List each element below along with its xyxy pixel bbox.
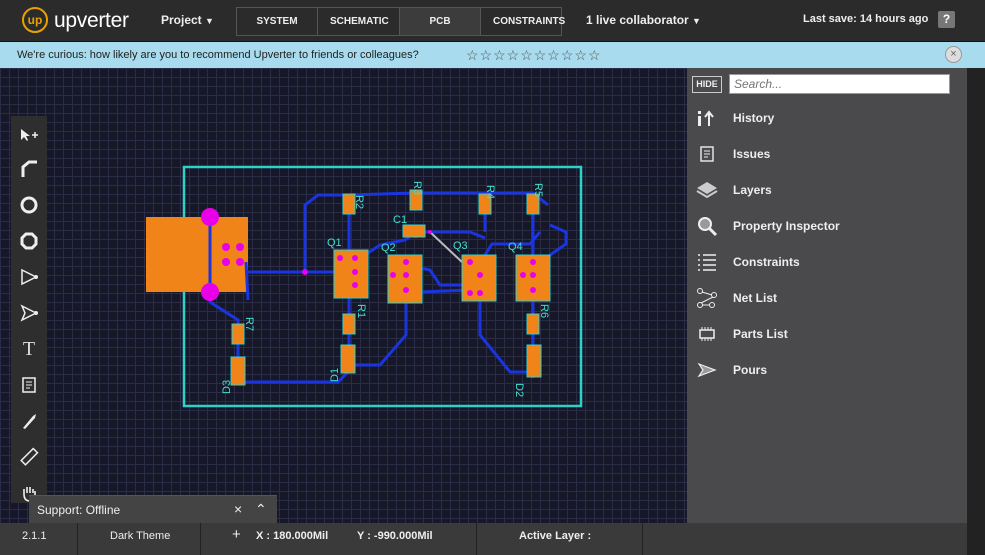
via-tool-icon[interactable] xyxy=(11,188,47,222)
support-status: Support: Offline xyxy=(37,503,121,517)
crosshair-icon: + xyxy=(232,526,241,543)
label-r1: R1 xyxy=(355,304,367,318)
label-c1: C1 xyxy=(393,214,407,226)
x-coordinate: X : 180.000Mil xyxy=(256,530,329,542)
tab-pcb-layout[interactable]: PCB LAYOUT xyxy=(400,8,481,54)
label-d1: D1 xyxy=(329,368,341,382)
brand-name[interactable]: upverter xyxy=(54,9,129,33)
chevron-up-icon[interactable]: ⌃ xyxy=(255,501,267,518)
status-divider xyxy=(200,523,201,555)
knife-tool-icon[interactable] xyxy=(11,404,47,438)
search-input[interactable] xyxy=(729,74,950,94)
status-bar: 2.1.1 Dark Theme + X : 180.000Mil Y : -9… xyxy=(0,523,967,555)
label-d2: D2 xyxy=(513,383,525,397)
top-bar: up upverter Project ▼ SYSTEM SCHEMATIC P… xyxy=(0,0,985,54)
label-r5: R5 xyxy=(532,183,544,197)
panel-item-layers[interactable]: Layers xyxy=(693,176,963,204)
status-divider xyxy=(77,523,78,555)
issues-icon xyxy=(693,142,721,166)
label-q2: Q2 xyxy=(381,242,396,254)
layers-icon xyxy=(693,178,721,202)
collaborators-label: 1 live collaborator xyxy=(586,13,689,27)
panel-item-label: History xyxy=(733,111,775,125)
panel-item-net-list[interactable]: Net List xyxy=(693,284,963,312)
panel-item-property-inspector[interactable]: Property Inspector xyxy=(693,212,963,240)
pcb-board: R2 R3 R4 R5 C1 Q1 Q2 Q3 Q4 R1 R6 R7 D1 D… xyxy=(146,165,583,408)
support-chat-widget[interactable]: Support: Offline × ⌃ xyxy=(29,495,277,523)
label-r7: R7 xyxy=(243,317,255,331)
y-coordinate: Y : -990.000Mil xyxy=(357,530,433,542)
text-tool-icon[interactable]: T xyxy=(11,332,47,366)
project-menu[interactable]: Project ▼ xyxy=(161,13,214,27)
ruler-tool-icon[interactable] xyxy=(11,440,47,474)
panel-item-label: Pours xyxy=(733,363,768,377)
help-button[interactable]: ? xyxy=(938,11,955,28)
label-r3: R3 xyxy=(411,181,423,195)
components xyxy=(230,189,551,386)
constraints-icon xyxy=(693,250,721,274)
status-divider xyxy=(476,523,477,555)
survey-close-button[interactable]: × xyxy=(945,46,962,63)
chevron-down-icon: ▼ xyxy=(205,16,214,26)
version-label: 2.1.1 xyxy=(22,530,47,542)
pour-tool-icon[interactable] xyxy=(11,296,47,330)
close-icon[interactable]: × xyxy=(234,501,242,517)
active-layer-label: Active Layer : xyxy=(519,530,592,542)
label-r2: R2 xyxy=(353,195,365,209)
panel-item-label: Property Inspector xyxy=(733,219,840,233)
status-divider xyxy=(642,523,643,555)
panel-item-label: Parts List xyxy=(733,327,788,341)
netlist-icon xyxy=(693,286,721,310)
survey-question: We're curious: how likely are you to rec… xyxy=(17,49,419,61)
panel-item-history[interactable]: History xyxy=(693,104,963,132)
magnifier-icon xyxy=(693,214,721,238)
chip-icon xyxy=(693,322,721,346)
last-save-status: Last save: 14 hours ago xyxy=(803,13,929,25)
panel-item-pours[interactable]: Pours xyxy=(693,356,963,384)
pour-icon xyxy=(693,358,721,382)
panel-item-label: Constraints xyxy=(733,255,800,269)
pcb-canvas[interactable]: R2 R3 R4 R5 C1 Q1 Q2 Q3 Q4 R1 R6 R7 D1 D… xyxy=(0,68,687,523)
panel-item-parts-list[interactable]: Parts List xyxy=(693,320,963,348)
theme-toggle[interactable]: Dark Theme xyxy=(110,523,170,555)
hole-tool-icon[interactable] xyxy=(11,224,47,258)
panel-item-constraints[interactable]: Constraints xyxy=(693,248,963,276)
label-q4: Q4 xyxy=(508,241,523,253)
tab-constraints[interactable]: CONSTRAINTS xyxy=(481,8,565,35)
label-q3: Q3 xyxy=(453,240,468,252)
move-tool-icon[interactable] xyxy=(11,118,47,152)
tab-schematic[interactable]: SCHEMATIC xyxy=(318,8,400,35)
survey-banner: We're curious: how likely are you to rec… xyxy=(0,42,985,68)
label-q1: Q1 xyxy=(327,237,342,249)
panel-item-label: Issues xyxy=(733,147,771,161)
tool-palette: T xyxy=(11,116,47,503)
panel-scrollbar[interactable] xyxy=(967,68,985,555)
label-r6: R6 xyxy=(538,304,550,318)
history-icon xyxy=(693,106,721,130)
collaborators-menu[interactable]: 1 live collaborator ▼ xyxy=(586,13,701,27)
rating-stars[interactable]: ☆☆☆☆☆☆☆☆☆☆ xyxy=(466,47,602,64)
label-r4: R4 xyxy=(484,185,496,199)
hide-panel-button[interactable]: HIDE xyxy=(692,76,722,93)
trace-tool-icon[interactable] xyxy=(11,152,47,186)
panel-item-issues[interactable]: Issues xyxy=(693,140,963,168)
connector-footprint[interactable] xyxy=(146,217,248,292)
panel-item-label: Net List xyxy=(733,291,778,305)
view-tabs: SYSTEM SCHEMATIC PCB LAYOUT CONSTRAINTS xyxy=(236,7,565,54)
panel-item-label: Layers xyxy=(733,183,772,197)
tab-system[interactable]: SYSTEM xyxy=(237,8,318,35)
project-menu-label: Project xyxy=(161,13,202,27)
component-labels: R2 R3 R4 R5 C1 Q1 Q2 Q3 Q4 R1 R6 R7 D1 D… xyxy=(221,181,550,397)
note-tool-icon[interactable] xyxy=(11,368,47,402)
polygon-tool-icon[interactable] xyxy=(11,260,47,294)
chevron-down-icon: ▼ xyxy=(692,16,701,26)
label-d3: D3 xyxy=(221,380,233,394)
upverter-logo-icon[interactable]: up xyxy=(22,7,48,33)
